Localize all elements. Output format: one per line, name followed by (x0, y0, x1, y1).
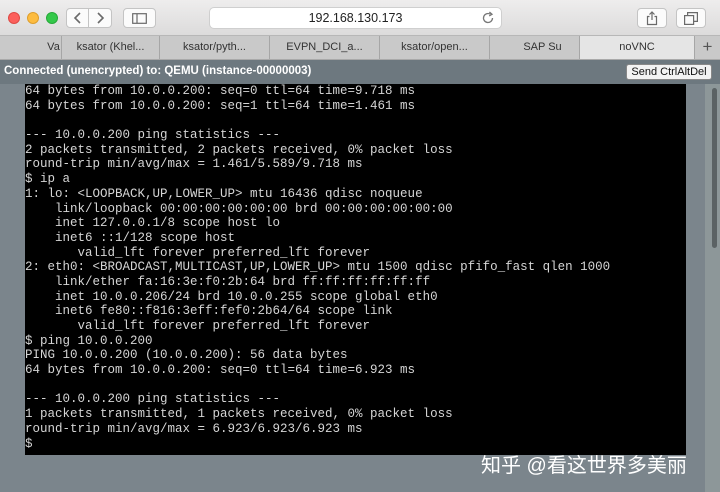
terminal-line: valid_lft forever preferred_lft forever (25, 319, 371, 333)
terminal-line: $ ping 10.0.0.200 (25, 333, 153, 348)
tab-sap[interactable]: SAP Su (490, 36, 580, 59)
terminal-line: inet6 ::1/128 scope host (25, 230, 236, 245)
share-button[interactable] (637, 8, 667, 28)
terminal-line: 64 bytes from 10.0.0.200: seq=0 ttl=64 t… (25, 363, 416, 378)
tab-va[interactable]: Va (0, 36, 62, 59)
new-tab-button[interactable]: + (695, 36, 720, 59)
tabs-icon (684, 11, 698, 25)
browser-toolbar: 192.168.130.173 (0, 0, 720, 36)
tab-label: ksator/open... (401, 41, 468, 53)
tab-label: EVPN_DCI_a... (286, 41, 363, 53)
terminal-line: PING 10.0.0.200 (10.0.0.200): 56 data by… (25, 348, 348, 363)
terminal-line: round-trip min/avg/max = 1.461/5.589/9.7… (25, 157, 363, 172)
tab-label: ksator/pyth... (183, 41, 246, 53)
terminal-line: 1: lo: <LOOPBACK,UP,LOWER_UP> mtu 16436 … (25, 186, 423, 201)
show-tabs-button[interactable] (676, 8, 706, 28)
terminal-line: 1 packets transmitted, 1 packets receive… (25, 407, 453, 422)
terminal-line: valid_lft forever preferred_lft forever (25, 245, 371, 260)
terminal-line: round-trip min/avg/max = 6.923/6.923/6.9… (25, 421, 363, 436)
terminal-line: 64 bytes from 10.0.0.200: seq=0 ttl=64 t… (25, 84, 416, 98)
vnc-screen[interactable]: 64 bytes from 10.0.0.200: seq=0 ttl=64 t… (25, 84, 686, 455)
terminal-line: --- 10.0.0.200 ping statistics --- (25, 128, 281, 143)
terminal-line: inet 10.0.0.206/24 brd 10.0.0.255 scope … (25, 289, 438, 304)
forward-icon (96, 12, 104, 24)
terminal-line: 64 bytes from 10.0.0.200: seq=1 ttl=64 t… (25, 98, 416, 113)
send-ctrl-alt-del-button[interactable]: Send CtrlAltDel (626, 64, 712, 80)
tab-label: ksator (Khel... (76, 41, 145, 53)
sidebar-icon (132, 12, 147, 24)
connection-status: Connected (unencrypted) to: QEMU (instan… (4, 65, 312, 77)
tab-ksator-open[interactable]: ksator/open... (380, 36, 490, 59)
sidebar-button[interactable] (123, 8, 156, 28)
tab-label: SAP Su (523, 41, 562, 53)
zoom-window-button[interactable] (46, 12, 58, 24)
tab-ksator-khel[interactable]: ksator (Khel... (62, 36, 160, 59)
close-window-button[interactable] (8, 12, 20, 24)
address-bar[interactable]: 192.168.130.173 (209, 7, 502, 29)
address-url: 192.168.130.173 (308, 11, 403, 25)
back-icon (73, 12, 81, 24)
share-icon (646, 10, 658, 25)
terminal-output: 64 bytes from 10.0.0.200: seq=0 ttl=64 t… (25, 84, 610, 451)
tab-label: noVNC (619, 41, 655, 53)
minimize-window-button[interactable] (27, 12, 39, 24)
novnc-status-bar: Connected (unencrypted) to: QEMU (instan… (0, 60, 720, 84)
terminal-line: inet6 fe80::f816:3eff:fef0:2b64/64 scope… (25, 304, 393, 319)
tab-evpn-dci[interactable]: EVPN_DCI_a... (270, 36, 380, 59)
terminal-line: inet 127.0.0.1/8 scope host lo (25, 216, 281, 231)
watermark: 知乎 @看这世界多美丽 (481, 455, 687, 477)
terminal-line: 2: eth0: <BROADCAST,MULTICAST,UP,LOWER_U… (25, 260, 611, 275)
terminal-line: $ ip a (25, 172, 71, 187)
terminal-line: link/ether fa:16:3e:f0:2b:64 brd ff:ff:f… (25, 274, 431, 289)
reload-icon[interactable] (481, 10, 495, 26)
terminal-line: --- 10.0.0.200 ping statistics --- (25, 392, 281, 407)
forward-button[interactable] (89, 8, 112, 28)
tab-ksator-pyth[interactable]: ksator/pyth... (160, 36, 270, 59)
tab-novnc[interactable]: noVNC (580, 36, 695, 59)
scrollbar-thumb[interactable] (712, 88, 717, 248)
back-button[interactable] (66, 8, 89, 28)
terminal-line: 2 packets transmitted, 2 packets receive… (25, 142, 453, 157)
terminal-line: link/loopback 00:00:00:00:00:00 brd 00:0… (25, 201, 453, 216)
tab-label: Va (47, 41, 60, 53)
tab-bar: Va ksator (Khel... ksator/pyth... EVPN_D… (0, 36, 720, 60)
